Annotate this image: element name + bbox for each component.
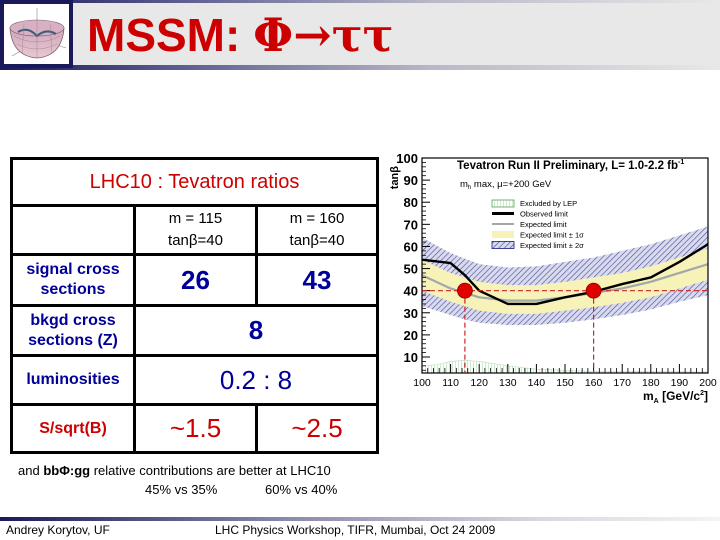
row-label-line: sections (Z) — [28, 331, 118, 349]
column-header-115: m = 115 tanβ=40 — [133, 204, 258, 256]
legend-label: Excluded by LEP — [520, 199, 577, 208]
table-header-row: m = 115 tanβ=40 m = 160 tanβ=40 — [10, 204, 379, 256]
x-tick-label: 160 — [585, 377, 603, 389]
x-tick-label: 130 — [499, 377, 517, 389]
x-tick-label: 200 — [699, 377, 717, 389]
note-prefix: and — [18, 463, 44, 478]
y-tick-label: 100 — [396, 151, 418, 166]
row-label-line: sections — [40, 281, 106, 298]
legend-swatch-lep — [491, 199, 515, 208]
cell-value: ~2.5 — [255, 403, 379, 454]
cell-value: 43 — [255, 253, 379, 307]
table-row-signal: signal cross sections 26 43 — [10, 253, 379, 307]
note-value-115: 45% vs 35% — [145, 482, 218, 497]
cell-value: ~1.5 — [133, 403, 258, 454]
row-label: S/sqrt(B) — [10, 403, 136, 454]
column-tanb: tanβ=40 — [168, 232, 223, 249]
y-tick-label: 50 — [404, 262, 418, 277]
exclusion-chart: 10 20 30 40 50 60 70 80 90 100 100 110 120 130 140 150 1… — [389, 151, 717, 405]
chart-legend: Excluded by LEPObserved limitExpected li… — [491, 199, 584, 250]
note-bold: bbΦ:gg — [43, 463, 91, 478]
y-tick-label: 20 — [404, 328, 418, 343]
x-tick-label: 180 — [642, 377, 660, 389]
contribution-values: 45% vs 35% 60% vs 40% — [145, 482, 337, 497]
ratios-table: LHC10 : Tevatron ratios m = 115 tanβ=40 … — [10, 157, 379, 454]
legend-label: Expected limit ± 2σ — [520, 241, 584, 250]
column-header-160: m = 160 tanβ=40 — [255, 204, 379, 256]
legend-label: Expected limit — [520, 220, 568, 229]
row-label-line: signal cross — [26, 261, 120, 278]
column-mass: m = 160 — [289, 210, 345, 227]
y-tick-label: 90 — [404, 173, 418, 188]
y-tick-label: 10 — [404, 350, 418, 365]
benchmark-point — [585, 282, 602, 299]
cell-value: 0.2 : 8 — [133, 354, 379, 406]
x-tick-label: 110 — [442, 377, 459, 389]
header-bottom-rule — [0, 65, 720, 70]
footer-author: Andrey Korytov, UF — [6, 523, 110, 537]
note-value-160: 60% vs 40% — [265, 482, 338, 497]
footer-event: LHC Physics Workshop, TIFR, Mumbai, Oct … — [215, 523, 496, 537]
table-row-significance: S/sqrt(B) ~1.5 ~2.5 — [10, 403, 379, 454]
legend-label: Observed limit — [520, 210, 569, 219]
cell-value: 8 — [133, 304, 379, 357]
title-prefix: MSSM: — [87, 9, 254, 61]
chart-title: Tevatron Run II Preliminary, L= 1.0-2.2 … — [457, 159, 684, 172]
column-mass: m = 115 — [168, 210, 223, 227]
page-title: MSSM: Φ→ττ — [87, 8, 394, 62]
title-tautau: ττ — [331, 8, 394, 62]
y-tick-label: 30 — [404, 306, 418, 321]
chart-subtitle: mh max, μ=+200 GeV — [460, 179, 552, 191]
x-tick-label: 190 — [671, 377, 689, 389]
x-tick-label: 120 — [470, 377, 488, 389]
contribution-note: and bbΦ:gg relative contributions are be… — [18, 463, 331, 478]
benchmark-point — [457, 282, 473, 299]
footer-rule — [0, 517, 720, 521]
row-label: bkgd cross sections (Z) — [10, 304, 136, 357]
legend-label: Expected limit ± 1σ — [520, 231, 584, 240]
y-tick-label: 70 — [404, 217, 418, 232]
row-label: signal cross sections — [10, 253, 136, 307]
x-tick-label: 150 — [556, 377, 574, 389]
y-tick-label: 80 — [404, 195, 418, 210]
x-tick-label: 100 — [413, 377, 431, 389]
row-label-line: bkgd cross — [30, 311, 116, 329]
table-title: LHC10 : Tevatron ratios — [10, 157, 379, 207]
title-phi: Φ — [253, 8, 294, 62]
y-tick-label: 40 — [404, 284, 418, 299]
row-label: luminosities — [10, 354, 136, 406]
y-tick-label: 60 — [404, 239, 418, 254]
x-tick-label: 170 — [613, 377, 631, 389]
y-axis-label: tanβ — [389, 166, 401, 190]
cell-value: 26 — [133, 253, 258, 307]
legend-swatch-2sigma — [491, 241, 515, 249]
table-row-luminosities: luminosities 0.2 : 8 — [10, 354, 379, 406]
mexican-hat-potential-icon — [4, 4, 69, 64]
table-row-bkgd: bkgd cross sections (Z) 8 — [10, 304, 379, 357]
x-tick-label: 140 — [528, 377, 546, 389]
note-suffix: relative contributions are better at LHC… — [90, 463, 331, 478]
column-tanb: tanβ=40 — [289, 232, 345, 249]
x-axis-label: mA [GeV/c2] — [643, 389, 708, 405]
legend-swatch-1sigma — [492, 231, 514, 238]
header-empty-cell — [10, 204, 136, 256]
title-arrow: → — [293, 8, 332, 62]
logo-frame — [0, 0, 73, 68]
